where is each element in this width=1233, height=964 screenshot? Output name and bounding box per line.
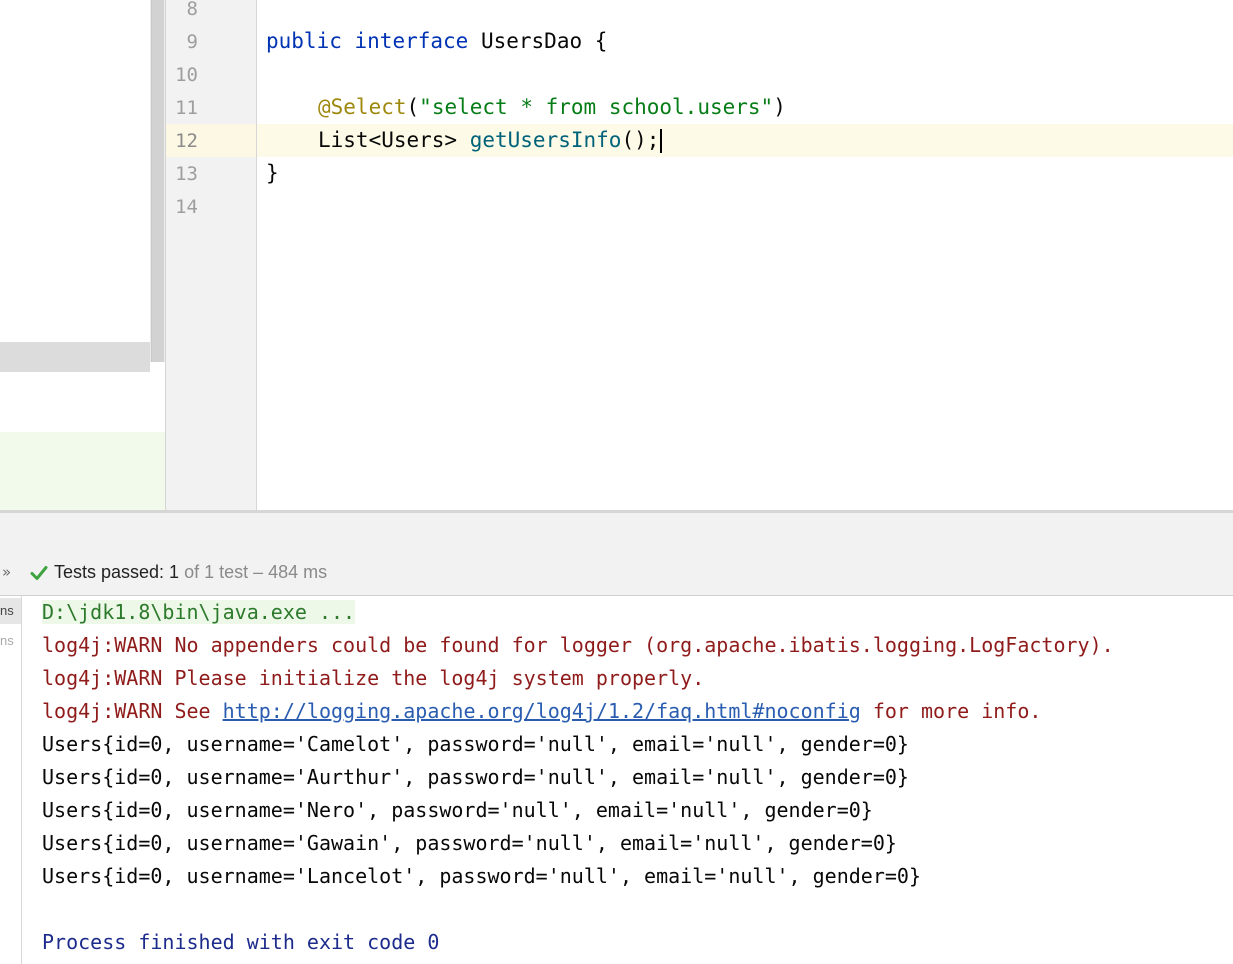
console-command: D:\jdk1.8\bin\java.exe ... [42, 596, 356, 629]
log4j-faq-link[interactable]: http://logging.apache.org/log4j/1.2/faq.… [223, 699, 861, 723]
check-icon [30, 566, 48, 580]
process-exit-message: Process finished with exit code 0 [42, 930, 440, 954]
paren-open: ( [406, 95, 420, 119]
method-name: getUsersInfo [469, 128, 622, 152]
console-warn-line: log4j:WARN Please initialize the log4j s… [42, 666, 705, 690]
keyword-interface: interface [354, 29, 469, 53]
line-number: 11 [175, 97, 198, 119]
method-call-rest: (); [621, 128, 660, 152]
code-editor[interactable] [257, 0, 1233, 510]
warn-suffix: for more info. [860, 699, 1042, 723]
warn-prefix: log4j:WARN See [42, 699, 223, 723]
return-type: List<Users> [318, 128, 470, 152]
console-output-line: Users{id=0, username='Aurthur', password… [42, 765, 909, 789]
interface-name: UsersDao { [468, 29, 608, 53]
text-caret [660, 129, 663, 153]
sql-string: "select * from school.users" [419, 95, 774, 119]
line-number: 10 [175, 64, 198, 86]
paren-close: ) [773, 95, 786, 119]
line-number: 14 [175, 196, 198, 218]
line-number: 8 [186, 0, 198, 20]
project-horizontal-scrollbar[interactable] [0, 342, 150, 372]
console-output-line: Users{id=0, username='Lancelot', passwor… [42, 864, 921, 888]
code-line-12[interactable]: List<Users> getUsersInfo(); [318, 124, 663, 157]
code-line-11[interactable]: @Select("select * from school.users") [318, 91, 786, 124]
test-tree-panel[interactable] [0, 596, 22, 964]
project-selected-area [0, 432, 165, 510]
console-output-line: Users{id=0, username='Nero', password='n… [42, 798, 873, 822]
code-line-13[interactable]: } [266, 157, 279, 190]
test-tree-item[interactable]: ns [0, 633, 14, 648]
project-scrollbar-thumb[interactable] [151, 0, 164, 362]
keyword-public: public [266, 29, 342, 53]
console-warn-line: log4j:WARN See http://logging.apache.org… [42, 695, 1041, 728]
line-number: 13 [175, 163, 198, 185]
test-tree-item[interactable]: ns [0, 603, 14, 618]
java-command[interactable]: D:\jdk1.8\bin\java.exe ... [42, 600, 356, 624]
code-line-9[interactable]: public interface UsersDao { [266, 25, 607, 58]
expand-chevron-icon[interactable]: » [2, 563, 11, 581]
tests-passed-label: Tests passed: 1 [54, 562, 180, 582]
console-output-line: Users{id=0, username='Gawain', password=… [42, 831, 897, 855]
line-number: 9 [186, 31, 198, 53]
test-status-text: Tests passed: 1 of 1 test – 484 ms [54, 562, 327, 583]
line-number-current: 12 [175, 130, 198, 152]
annotation-select: @Select [318, 95, 407, 119]
console-output-line: Users{id=0, username='Camelot', password… [42, 732, 909, 756]
console-warn-line: log4j:WARN No appenders could be found f… [42, 633, 1114, 657]
tests-detail: of 1 test – 484 ms [179, 562, 328, 582]
